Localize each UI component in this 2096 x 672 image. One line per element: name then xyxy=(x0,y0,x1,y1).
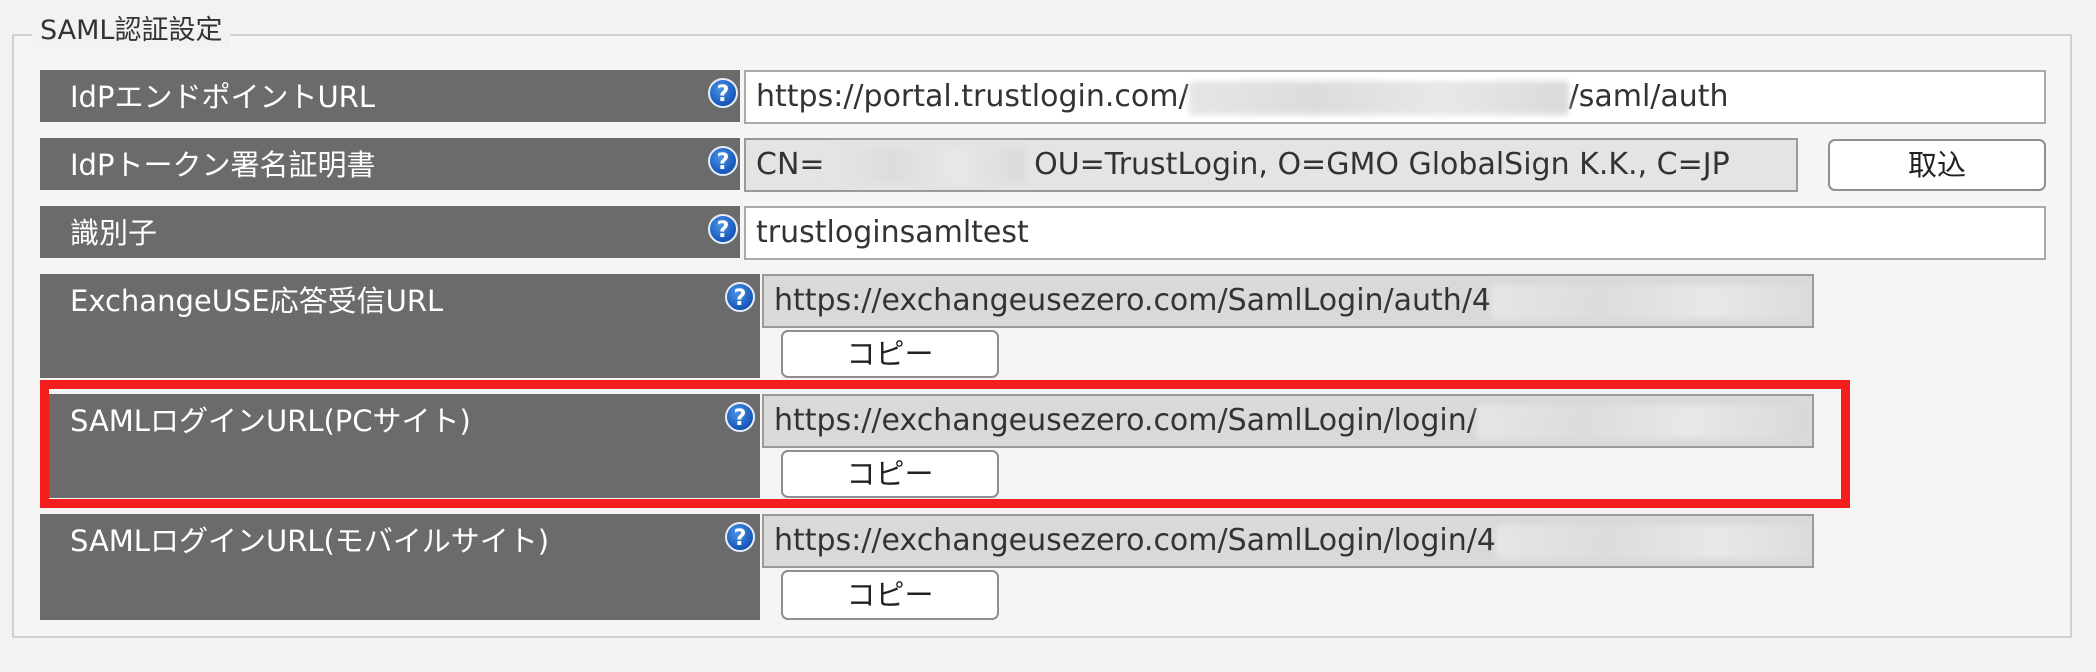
redacted-segment xyxy=(1491,284,1812,319)
section-legend: SAML認証設定 xyxy=(32,14,231,48)
help-icon-login-mobile[interactable]: ? xyxy=(725,522,755,552)
redacted-segment xyxy=(1188,80,1569,115)
login-pc-url-field[interactable]: https://exchangeusezero.com/SamlLogin/lo… xyxy=(762,394,1814,448)
idp-endpoint-url-input[interactable]: https://portal.trustlogin.com//saml/auth xyxy=(744,70,2046,124)
import-button[interactable]: 取込 xyxy=(1828,139,2046,191)
copy-button-login-pc[interactable]: コピー xyxy=(781,450,999,498)
identifier-input[interactable]: trustloginsamltest xyxy=(744,206,2046,260)
label-identifier: 識別子 xyxy=(40,206,740,258)
help-icon-login-pc[interactable]: ? xyxy=(725,402,755,432)
login-mobile-url-field[interactable]: https://exchangeusezero.com/SamlLogin/lo… xyxy=(762,514,1814,568)
acs-url-field[interactable]: https://exchangeusezero.com/SamlLogin/au… xyxy=(762,274,1814,328)
redacted-segment xyxy=(1495,524,1812,559)
label-acs-url: ExchangeUSE応答受信URL xyxy=(40,274,760,378)
help-icon-identifier[interactable]: ? xyxy=(708,214,738,244)
label-login-pc: SAMLログインURL(PCサイト) xyxy=(40,394,760,498)
help-icon-acs-url[interactable]: ? xyxy=(725,282,755,312)
help-icon-idp-endpoint[interactable]: ? xyxy=(708,78,738,108)
idp-cert-input[interactable]: CN= OU=TrustLogin, O=GMO GlobalSign K.K.… xyxy=(744,138,1798,192)
redacted-segment xyxy=(1476,404,1797,439)
label-idp-cert: IdPトークン署名証明書 xyxy=(40,138,740,190)
label-login-mobile: SAMLログインURL(モバイルサイト) xyxy=(40,514,760,620)
help-icon-idp-cert[interactable]: ? xyxy=(708,146,738,176)
copy-button-login-mobile[interactable]: コピー xyxy=(781,570,999,620)
copy-button-acs-url[interactable]: コピー xyxy=(781,330,999,378)
label-idp-endpoint: IdPエンドポイントURL xyxy=(40,70,740,122)
redacted-segment xyxy=(824,148,1025,183)
